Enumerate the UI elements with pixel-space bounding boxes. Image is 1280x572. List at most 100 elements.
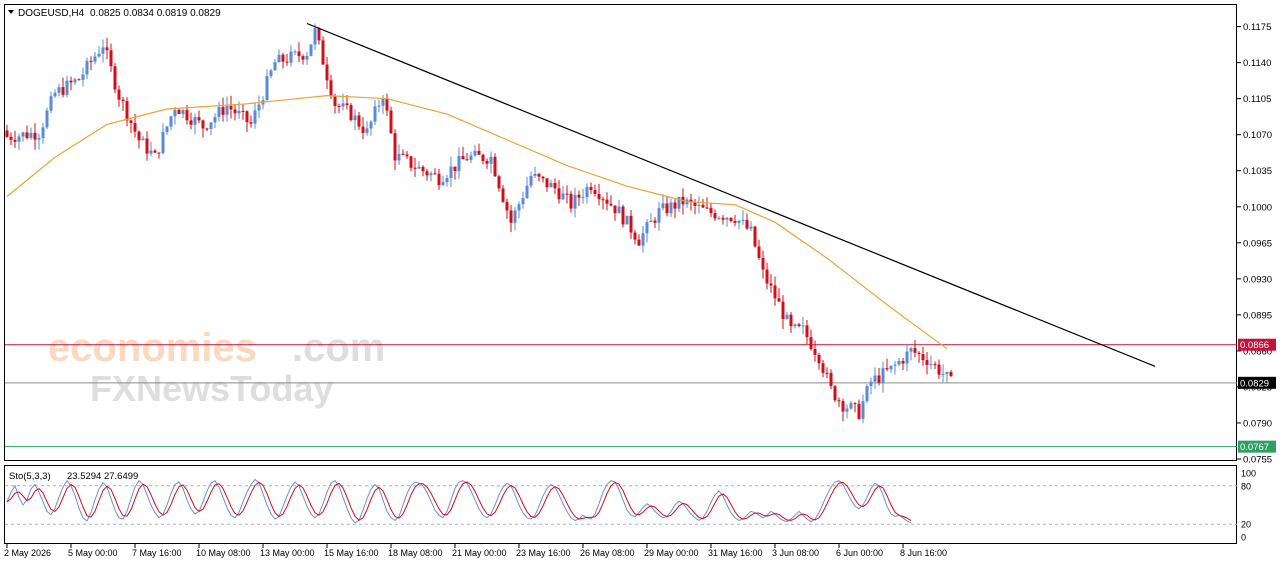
candle-body xyxy=(397,153,401,161)
candle-body xyxy=(753,226,757,247)
candle xyxy=(833,385,837,403)
candle-body xyxy=(441,182,445,186)
candle-body xyxy=(125,101,129,121)
candle-body xyxy=(477,150,481,155)
candle-body xyxy=(909,348,913,352)
stochastic-tick-label: 80 xyxy=(1241,481,1251,491)
candle-body xyxy=(849,403,853,409)
candle-body xyxy=(13,139,17,142)
candle-body xyxy=(81,74,85,80)
chart-window: economies .com FXNewsToday 0.1175 0.1140 0… xyxy=(0,0,1280,567)
candle-body xyxy=(493,156,497,177)
time-tick-label: 21 May 00:00 xyxy=(452,548,507,558)
candle-body xyxy=(585,186,589,198)
candle-body xyxy=(465,159,469,161)
candle-body xyxy=(353,115,357,121)
candle-body xyxy=(141,138,145,141)
candle-body xyxy=(517,204,521,211)
candle-body xyxy=(153,150,157,153)
candle-body xyxy=(5,130,9,137)
time-tick-label: 5 May 00:00 xyxy=(68,548,118,558)
candle-body xyxy=(121,99,125,102)
candle-body xyxy=(61,87,65,95)
candle-body xyxy=(33,132,37,140)
candle-body xyxy=(501,188,505,202)
candle-body xyxy=(225,105,229,115)
candle-body xyxy=(105,47,109,51)
candle-body xyxy=(617,206,621,214)
candle-body xyxy=(897,361,901,365)
candle-body xyxy=(285,61,289,63)
candle-body xyxy=(665,203,669,214)
candle-body xyxy=(725,217,729,220)
price-tick-label: 0.0755 xyxy=(1243,455,1272,466)
candle-body xyxy=(337,106,341,108)
candle-body xyxy=(673,202,677,209)
level-label: 0.0829 xyxy=(1240,378,1269,389)
candle-body xyxy=(521,197,525,205)
candle-body xyxy=(761,257,765,270)
candle-body xyxy=(313,28,317,45)
candle xyxy=(753,225,757,248)
stochastic-tick-label: 100 xyxy=(1241,469,1256,479)
candle-body xyxy=(425,171,429,176)
time-tick-label: 3 Jun 08:00 xyxy=(772,548,819,558)
candle-body xyxy=(277,54,281,63)
candle-body xyxy=(657,208,661,223)
candle-body xyxy=(149,150,153,154)
candle-body xyxy=(757,246,761,258)
stochastic-header: Sto(5,3,3) 23.5294 27.6499 xyxy=(9,471,138,482)
candle-body xyxy=(289,51,293,63)
candle-body xyxy=(333,96,337,107)
candle-body xyxy=(293,51,297,53)
candle-body xyxy=(833,386,837,401)
candle-body xyxy=(137,131,141,141)
candle-body xyxy=(133,122,137,132)
candle-body xyxy=(537,173,541,177)
candle-body xyxy=(193,117,197,125)
chart-header: DOGEUSD,H4 0.0825 0.0834 0.0819 0.0829 xyxy=(8,8,221,19)
candle-body xyxy=(741,219,745,221)
candle-body xyxy=(737,220,741,223)
candle xyxy=(621,204,625,228)
candle-body xyxy=(697,204,701,206)
time-tick-label: 8 Jun 16:00 xyxy=(900,548,947,558)
candle-body xyxy=(453,166,457,171)
candle-body xyxy=(401,153,405,155)
candle-body xyxy=(9,136,13,140)
candle-body xyxy=(601,199,605,201)
candle-body xyxy=(857,403,861,419)
candle-body xyxy=(117,89,121,100)
candle-body xyxy=(633,232,637,240)
candle-body xyxy=(713,213,717,219)
candle-body xyxy=(785,314,789,319)
candle-body xyxy=(157,152,161,154)
candle-body xyxy=(773,285,777,299)
candle-body xyxy=(305,55,309,60)
candle-body xyxy=(841,401,845,412)
candle-body xyxy=(489,156,493,164)
candle-body xyxy=(273,62,277,71)
watermark-economies: economies xyxy=(48,326,257,370)
candle xyxy=(321,36,325,65)
candle-body xyxy=(853,403,857,405)
candle-body xyxy=(449,166,453,178)
candle-body xyxy=(705,207,709,209)
price-tick-label: 0.1105 xyxy=(1243,94,1271,105)
candle-body xyxy=(565,193,569,195)
candle-body xyxy=(25,132,29,138)
candle-body xyxy=(677,196,681,209)
candle-body xyxy=(729,217,733,221)
candle-body xyxy=(949,371,953,376)
candle-body xyxy=(845,408,849,412)
candle-body xyxy=(181,109,185,115)
candle-body xyxy=(93,56,97,62)
candle-body xyxy=(945,371,949,374)
chart-background xyxy=(0,0,1280,567)
candle-body xyxy=(385,98,389,111)
candle-body xyxy=(797,324,801,326)
candle-body xyxy=(177,109,181,115)
candle-body xyxy=(837,400,841,402)
candle-body xyxy=(621,206,625,225)
candle-body xyxy=(809,337,813,350)
